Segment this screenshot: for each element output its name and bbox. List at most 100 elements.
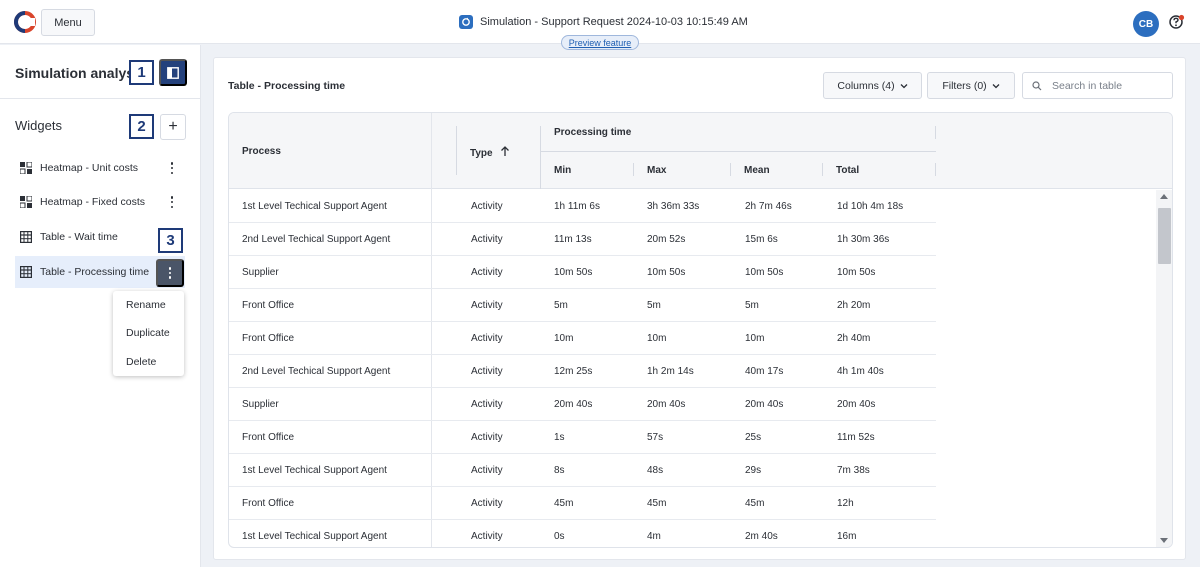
cell-mean: 2h 7m 46s bbox=[745, 201, 792, 212]
cell-process: 1st Level Techical Support Agent bbox=[242, 531, 387, 542]
group-underline bbox=[540, 151, 936, 152]
search-icon bbox=[1032, 80, 1042, 90]
resize-handle[interactable] bbox=[456, 126, 457, 175]
columns-button[interactable]: Columns (4) bbox=[823, 72, 922, 99]
chevron-down-icon bbox=[900, 83, 908, 88]
cell-total: 10m 50s bbox=[837, 267, 876, 278]
callout-badge-3: 3 bbox=[158, 228, 183, 253]
table-widget-panel: Table - Processing time Columns (4) Filt… bbox=[213, 57, 1186, 560]
cell-max: 45m bbox=[647, 498, 667, 509]
cell-total: 1d 10h 4m 18s bbox=[837, 201, 904, 212]
table-row[interactable]: 1st Level Techical Support Agent Activit… bbox=[229, 190, 936, 223]
cell-type: Activity bbox=[471, 234, 503, 245]
menu-item-rename[interactable]: Rename bbox=[126, 299, 166, 311]
cell-min: 11m 13s bbox=[554, 234, 592, 245]
cell-process: Front Office bbox=[242, 432, 295, 443]
cell-max: 20m 52s bbox=[647, 234, 686, 245]
heatmap-icon bbox=[20, 162, 32, 174]
resize-handle[interactable] bbox=[935, 126, 936, 139]
cell-mean: 20m 40s bbox=[745, 399, 784, 410]
cell-max: 5m bbox=[647, 300, 661, 311]
table-search[interactable] bbox=[1022, 72, 1173, 99]
widgets-heading: Widgets bbox=[15, 118, 62, 133]
table-row[interactable]: Front Office Activity 1s 57s 25s 11m 52s bbox=[229, 421, 936, 454]
table-row[interactable]: 1st Level Techical Support Agent Activit… bbox=[229, 454, 936, 487]
cell-total: 12h bbox=[837, 498, 854, 509]
columns-button-label: Columns (4) bbox=[837, 79, 895, 92]
cell-min: 10m bbox=[554, 333, 574, 344]
resize-handle[interactable] bbox=[935, 163, 936, 176]
table-row[interactable]: Front Office Activity 5m 5m 5m 2h 20m bbox=[229, 289, 936, 322]
avatar[interactable]: CB bbox=[1133, 11, 1159, 37]
cell-mean: 5m bbox=[745, 300, 759, 311]
more-options-button-active[interactable] bbox=[156, 259, 184, 287]
heatmap-icon bbox=[20, 196, 32, 208]
menu-button[interactable]: Menu bbox=[41, 9, 95, 36]
preview-feature-link[interactable]: Preview feature bbox=[561, 35, 639, 50]
cell-max: 57s bbox=[647, 432, 664, 443]
app-logo-icon[interactable] bbox=[14, 11, 36, 33]
cell-mean: 40m 17s bbox=[745, 366, 784, 377]
column-header-type[interactable]: Type bbox=[470, 146, 510, 159]
table-icon bbox=[20, 266, 32, 278]
help-icon[interactable] bbox=[1169, 14, 1185, 30]
widget-item-label: Heatmap - Fixed costs bbox=[40, 196, 146, 208]
cell-type: Activity bbox=[471, 267, 503, 278]
cell-mean: 29s bbox=[745, 465, 762, 476]
column-header-total[interactable]: Total bbox=[836, 165, 859, 176]
filters-button[interactable]: Filters (0) bbox=[927, 72, 1015, 99]
cell-type: Activity bbox=[471, 399, 503, 410]
scroll-down-icon[interactable] bbox=[1160, 538, 1168, 543]
cell-process: Front Office bbox=[242, 300, 295, 311]
cell-mean: 25s bbox=[745, 432, 762, 443]
cell-total: 20m 40s bbox=[837, 399, 876, 410]
collapse-sidebar-button[interactable] bbox=[159, 59, 187, 86]
add-widget-button[interactable]: + bbox=[160, 114, 186, 140]
cell-min: 5m bbox=[554, 300, 568, 311]
more-options-icon[interactable] bbox=[167, 161, 177, 175]
widget-item-heatmap-fixed-costs[interactable]: Heatmap - Fixed costs bbox=[15, 186, 185, 218]
callout-badge-1: 1 bbox=[129, 60, 154, 85]
cell-type: Activity bbox=[471, 333, 503, 344]
cell-max: 3h 36m 33s bbox=[647, 201, 700, 212]
search-input[interactable] bbox=[1052, 79, 1162, 92]
sort-ascending-icon bbox=[501, 146, 510, 156]
cell-mean: 2m 40s bbox=[745, 531, 778, 542]
menu-item-duplicate[interactable]: Duplicate bbox=[126, 327, 170, 339]
cell-process: 1st Level Techical Support Agent bbox=[242, 201, 387, 212]
cell-min: 10m 50s bbox=[554, 267, 593, 278]
resize-handle[interactable] bbox=[730, 163, 731, 176]
table-row[interactable]: 2nd Level Techical Support Agent Activit… bbox=[229, 223, 936, 256]
resize-handle[interactable] bbox=[633, 163, 634, 176]
cell-mean: 45m bbox=[745, 498, 765, 509]
scroll-up-icon[interactable] bbox=[1160, 194, 1168, 199]
callout-badge-2: 2 bbox=[129, 114, 154, 139]
cell-total: 7m 38s bbox=[837, 465, 870, 476]
cell-type: Activity bbox=[471, 498, 503, 509]
menu-item-delete[interactable]: Delete bbox=[126, 356, 156, 368]
cell-type: Activity bbox=[471, 531, 503, 542]
table-row[interactable]: Front Office Activity 45m 45m 45m 12h bbox=[229, 487, 936, 520]
table-row[interactable]: Supplier Activity 20m 40s 20m 40s 20m 40… bbox=[229, 388, 936, 421]
cell-max: 4m bbox=[647, 531, 661, 542]
column-header-max[interactable]: Max bbox=[647, 165, 666, 176]
resize-handle[interactable] bbox=[822, 163, 823, 176]
table-row[interactable]: Front Office Activity 10m 10m 10m 2h 40m bbox=[229, 322, 936, 355]
data-table: Process Type Processing time Min Max Mea… bbox=[228, 112, 1173, 548]
cell-min: 20m 40s bbox=[554, 399, 593, 410]
more-options-icon[interactable] bbox=[167, 195, 177, 209]
table-row[interactable]: Supplier Activity 10m 50s 10m 50s 10m 50… bbox=[229, 256, 936, 289]
column-header-min[interactable]: Min bbox=[554, 165, 571, 176]
cell-type: Activity bbox=[471, 366, 503, 377]
table-row[interactable]: 1st Level Techical Support Agent Activit… bbox=[229, 520, 936, 547]
column-header-process[interactable]: Process bbox=[242, 146, 281, 157]
widget-item-heatmap-unit-costs[interactable]: Heatmap - Unit costs bbox=[15, 152, 185, 184]
cell-type: Activity bbox=[471, 300, 503, 311]
scrollbar-thumb[interactable] bbox=[1158, 208, 1171, 264]
cell-process: Supplier bbox=[242, 267, 279, 278]
column-header-mean[interactable]: Mean bbox=[744, 165, 770, 176]
table-row[interactable]: 2nd Level Techical Support Agent Activit… bbox=[229, 355, 936, 388]
cell-type: Activity bbox=[471, 465, 503, 476]
cell-min: 1h 11m 6s bbox=[554, 201, 600, 212]
table-scrollbar[interactable] bbox=[1156, 190, 1172, 547]
